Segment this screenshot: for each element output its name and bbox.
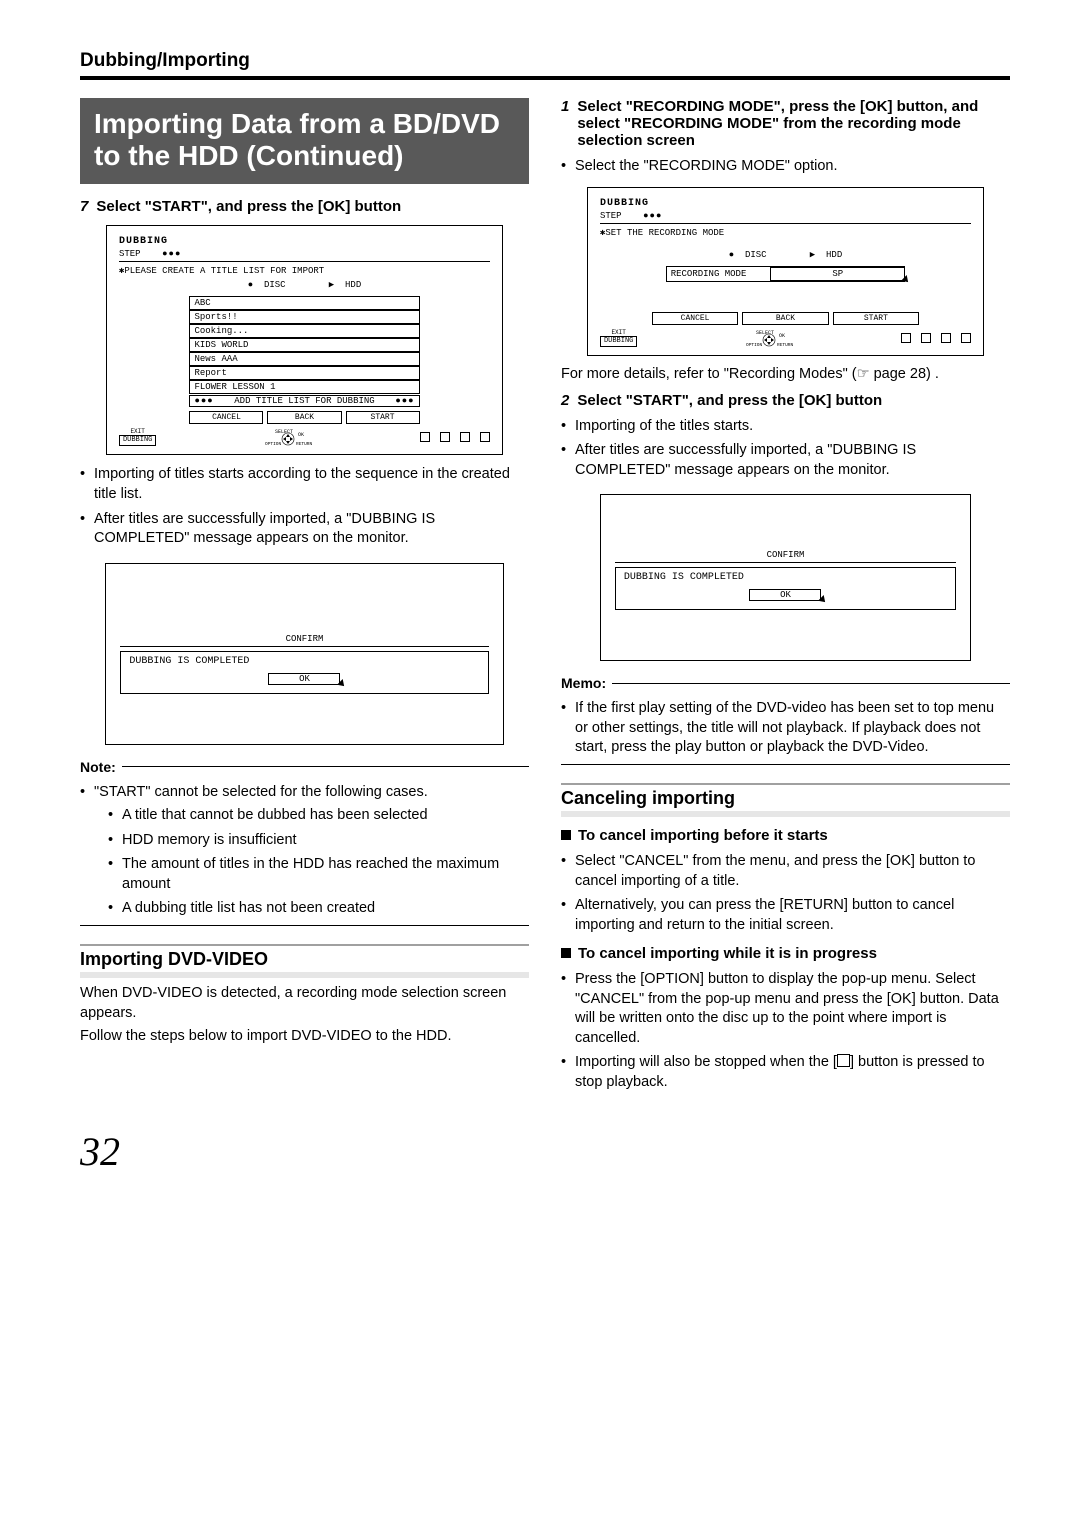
hint-indicators: [901, 333, 971, 343]
step-dots: ●●●: [162, 249, 181, 259]
note-item: After titles are successfully imported, …: [80, 510, 529, 549]
ok-button[interactable]: OK: [749, 589, 821, 601]
note-label: Note:: [80, 759, 529, 775]
list-item[interactable]: Report: [189, 366, 419, 380]
canceling-importing-heading: Canceling importing: [561, 783, 1010, 817]
list-item[interactable]: Sports!!: [189, 310, 419, 324]
add-title-label: ADD TITLE LIST FOR DUBBING: [234, 396, 374, 406]
cancel-item: Press the [OPTION] button to display the…: [561, 970, 1010, 1048]
step-number: 2: [561, 392, 569, 409]
back-button[interactable]: BACK: [742, 312, 828, 325]
cancel-button[interactable]: CANCEL: [189, 411, 263, 424]
add-title-row[interactable]: ●●● ADD TITLE LIST FOR DUBBING ●●●: [189, 395, 419, 407]
cancel-item: Alternatively, you can press the [RETURN…: [561, 896, 1010, 935]
figure-confirm-dialog: CONFIRM DUBBING IS COMPLETED OK: [600, 494, 971, 661]
figure-dubbing-title-list: DUBBING STEP ●●● ✱PLEASE CREATE A TITLE …: [106, 225, 503, 455]
note-item: HDD memory is insufficient: [108, 831, 529, 851]
cancel-before-heading: To cancel importing before it starts: [561, 827, 1010, 844]
exit-label: EXIT: [119, 428, 156, 435]
svg-text:RETURN: RETURN: [777, 342, 794, 347]
list-item[interactable]: FLOWER LESSON 1: [189, 380, 419, 394]
svg-text:OK: OK: [779, 333, 785, 339]
svg-text:SELECT: SELECT: [275, 429, 293, 435]
step-2-sub: Importing of the titles starts.: [561, 417, 1010, 437]
fig-step-label: STEP: [119, 249, 141, 259]
note-item: A title that cannot be dubbed has been s…: [108, 806, 529, 826]
note-item: The amount of titles in the HDD has reac…: [108, 855, 529, 894]
memo-item: If the first play setting of the DVD-vid…: [561, 699, 1010, 758]
svg-text:SELECT: SELECT: [756, 330, 774, 336]
hdd-label: HDD: [345, 280, 361, 290]
disc-label: DISC: [264, 280, 286, 290]
memo-label: Memo:: [561, 675, 1010, 691]
svg-text:OK: OK: [298, 432, 304, 438]
step-dots: ●●●: [643, 211, 662, 221]
fig-title: DUBBING: [600, 198, 971, 209]
step-2-heading: 2 Select "START", and press the [OK] but…: [561, 392, 1010, 409]
disc-label: DISC: [745, 250, 767, 260]
list-item[interactable]: ABC: [189, 296, 419, 310]
reference-text: For more details, refer to "Recording Mo…: [561, 366, 1010, 382]
figure-confirm-dialog: CONFIRM DUBBING IS COMPLETED OK: [105, 563, 503, 745]
exit-label: EXIT: [600, 329, 637, 336]
cancel-during-heading: To cancel importing while it is in progr…: [561, 945, 1010, 962]
note-lead: "START" cannot be selected for the follo…: [80, 783, 529, 919]
hdd-label: HDD: [826, 250, 842, 260]
svg-text:OPTION: OPTION: [746, 342, 763, 347]
note-item: Importing of titles starts according to …: [80, 465, 529, 504]
recording-mode-label: RECORDING MODE: [667, 267, 771, 281]
exit-dubbing-button[interactable]: DUBBING: [600, 336, 637, 347]
step-7-notes: Importing of titles starts according to …: [80, 465, 529, 548]
body-text: Follow the steps below to import DVD-VID…: [80, 1027, 529, 1047]
step-2-sub: After titles are successfully imported, …: [561, 441, 1010, 480]
confirm-message: DUBBING IS COMPLETED: [129, 656, 479, 667]
step-text: Select "START", and press the [OK] butto…: [577, 392, 882, 409]
recording-mode-field[interactable]: RECORDING MODE SP: [666, 266, 906, 282]
page-number: 32: [80, 1128, 1010, 1175]
nav-hint-icon: SELECT OK OPTION RETURN: [263, 428, 313, 446]
note-item: A dubbing title list has not been create…: [108, 899, 529, 919]
recording-mode-value: SP: [770, 267, 905, 281]
confirm-title: CONFIRM: [615, 550, 956, 560]
fig-step-label: STEP: [600, 211, 622, 221]
list-item[interactable]: Cooking...: [189, 324, 419, 338]
section-heading: Dubbing/Importing: [80, 50, 1010, 80]
body-text: When DVD-VIDEO is detected, a recording …: [80, 984, 529, 1023]
step-number: 7: [80, 198, 88, 215]
step-1-sub: Select the "RECORDING MODE" option.: [561, 157, 1010, 177]
importing-dvd-video-heading: Importing DVD-VIDEO: [80, 944, 529, 978]
cancel-item: Select "CANCEL" from the menu, and press…: [561, 852, 1010, 891]
confirm-message: DUBBING IS COMPLETED: [624, 572, 947, 583]
stop-icon: [837, 1054, 850, 1067]
page-title: Importing Data from a BD/DVD to the HDD …: [94, 108, 515, 172]
svg-text:RETURN: RETURN: [296, 441, 313, 446]
title-list: ABC Sports!! Cooking... KIDS WORLD News …: [189, 296, 419, 407]
nav-hint-icon: SELECT OK OPTION RETURN: [744, 329, 794, 347]
fig-instruction: ✱PLEASE CREATE A TITLE LIST FOR IMPORT: [119, 266, 490, 276]
start-button[interactable]: START: [833, 312, 919, 325]
hint-indicators: [420, 432, 490, 442]
svg-text:OPTION: OPTION: [265, 441, 282, 446]
back-button[interactable]: BACK: [267, 411, 341, 424]
step-text: Select "START", and press the [OK] butto…: [96, 198, 401, 215]
list-item[interactable]: KIDS WORLD: [189, 338, 419, 352]
step-7-heading: 7 Select "START", and press the [OK] but…: [80, 198, 529, 215]
step-text: Select "RECORDING MODE", press the [OK] …: [577, 98, 1010, 149]
cancel-button[interactable]: CANCEL: [652, 312, 738, 325]
fig-title: DUBBING: [119, 236, 490, 247]
exit-dubbing-button[interactable]: DUBBING: [119, 435, 156, 446]
fig-instruction: ✱SET THE RECORDING MODE: [600, 228, 971, 238]
list-item[interactable]: News AAA: [189, 352, 419, 366]
cancel-item: Importing will also be stopped when the …: [561, 1053, 1010, 1092]
ok-button[interactable]: OK: [268, 673, 340, 685]
start-button[interactable]: START: [346, 411, 420, 424]
confirm-title: CONFIRM: [120, 634, 488, 644]
step-1-heading: 1 Select "RECORDING MODE", press the [OK…: [561, 98, 1010, 149]
page-title-box: Importing Data from a BD/DVD to the HDD …: [80, 98, 529, 184]
figure-recording-mode: DUBBING STEP ●●● ✱SET THE RECORDING MODE…: [587, 187, 984, 356]
step-number: 1: [561, 98, 569, 149]
